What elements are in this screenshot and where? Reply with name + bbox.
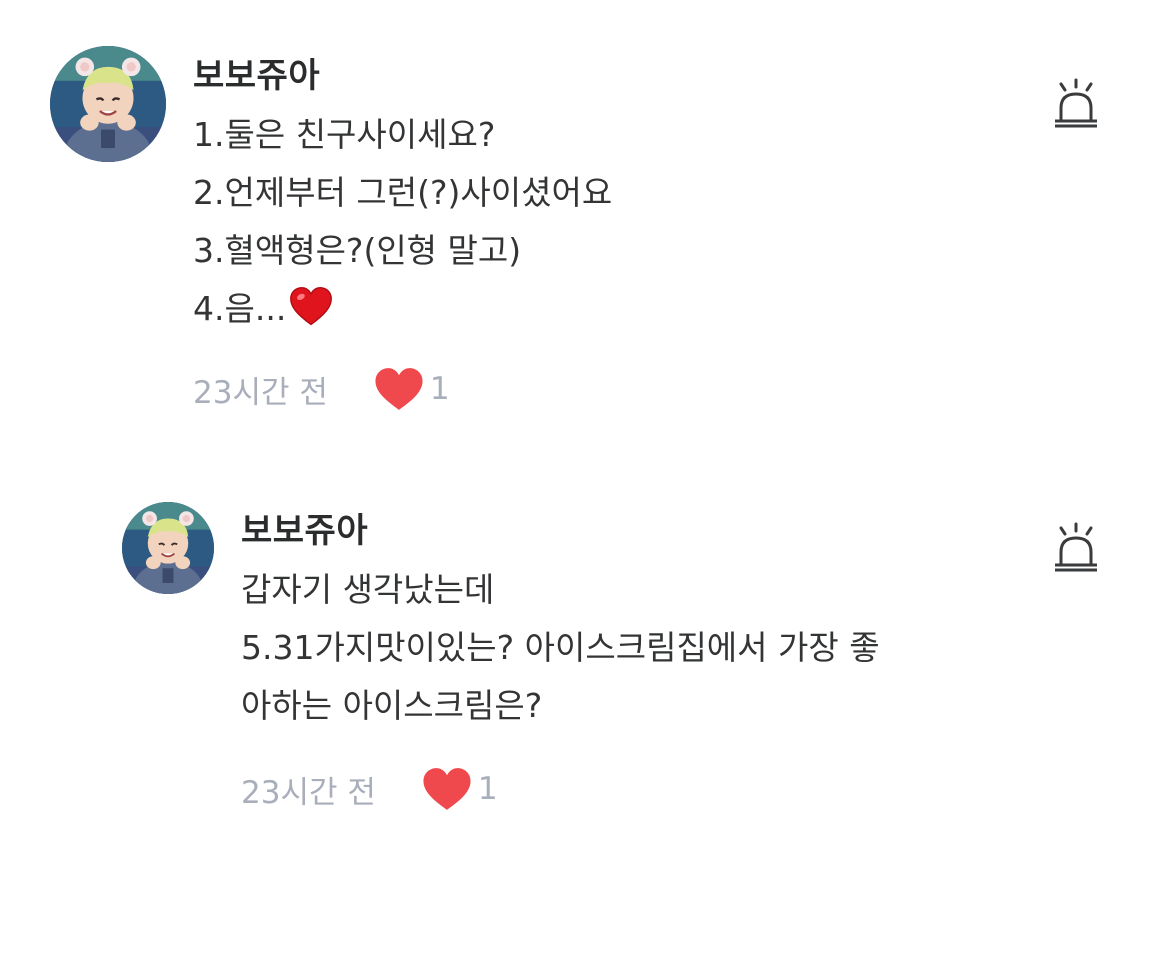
siren-icon[interactable] [1052, 522, 1100, 574]
comment-body: 1.둘은 친구사이세요? 2.언제부터 그런(?)사이셨어요 3.혈액형은?(인… [193, 106, 612, 338]
like-count: 1 [429, 371, 450, 407]
comment-line: 4.음... [193, 280, 612, 338]
comment-body: 갑자기 생각났는데 5.31가지맛이있는? 아이스크림집에서 가장 좋 아하는 … [241, 561, 880, 735]
like-button[interactable]: 1 [420, 766, 498, 812]
comment-timestamp: 23시간 전 [193, 374, 328, 411]
red-heart-emoji-icon [290, 286, 333, 326]
avatar-photo [122, 502, 214, 594]
comment-author[interactable]: 보보쥬아 [241, 503, 368, 552]
comment-meta: 23시간 전 1 [193, 364, 450, 414]
like-count: 1 [477, 771, 498, 807]
comment-line: 3.혈액형은?(인형 말고) [193, 231, 522, 270]
avatar-photo [50, 46, 166, 162]
comment-line: 1.둘은 친구사이세요? [193, 115, 496, 154]
heart-icon [375, 368, 423, 410]
siren-icon[interactable] [1052, 78, 1100, 130]
comment-line: 5.31가지맛이있는? 아이스크림집에서 가장 좋 [241, 628, 880, 667]
heart-icon [423, 768, 471, 810]
comment-timestamp: 23시간 전 [241, 774, 376, 811]
comment-meta: 23시간 전 1 [241, 764, 498, 814]
avatar[interactable] [122, 502, 214, 594]
comment-line: 2.언제부터 그런(?)사이셨어요 [193, 173, 613, 212]
avatar[interactable] [50, 46, 166, 162]
comment-line: 갑자기 생각났는데 [241, 570, 495, 609]
comment-author[interactable]: 보보쥬아 [193, 48, 320, 97]
like-button[interactable]: 1 [372, 366, 450, 412]
comment-line-text: 4.음... [193, 289, 287, 328]
comment-line: 아하는 아이스크림은? [241, 686, 543, 725]
